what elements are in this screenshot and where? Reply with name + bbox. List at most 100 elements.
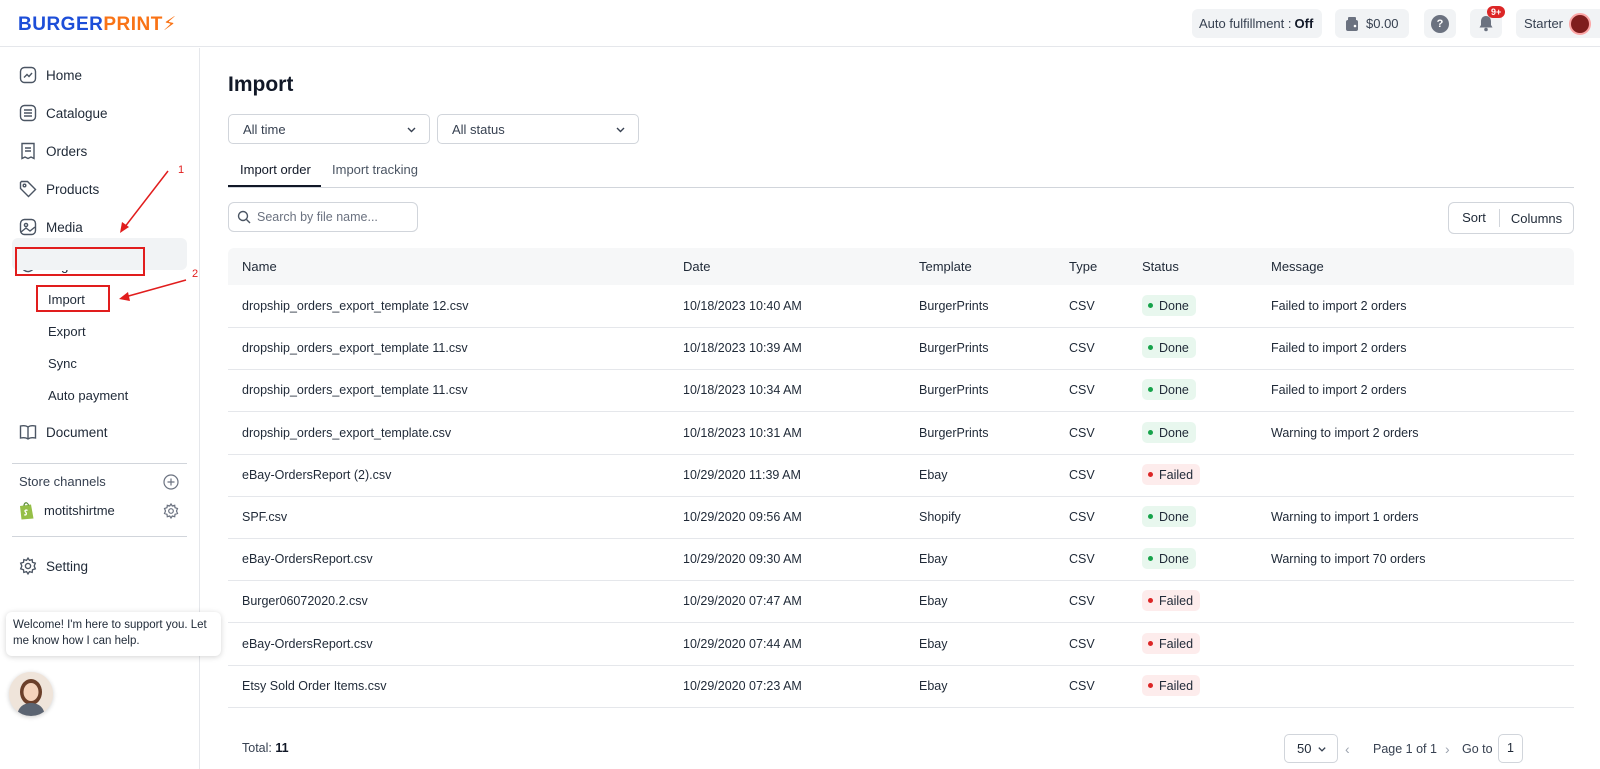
time-filter-value: All time	[243, 121, 286, 137]
image-icon	[18, 218, 37, 237]
status-text: Done	[1159, 298, 1189, 313]
table-row[interactable]: dropship_orders_export_template.csv 10/18…	[228, 412, 1574, 455]
goto-label: Go to	[1462, 742, 1493, 756]
status-dot-icon	[1148, 430, 1153, 435]
sidebar-item-label: Catalogue	[46, 105, 108, 121]
annotation-number-2: 2	[192, 268, 199, 280]
cell-type: CSV	[1069, 426, 1095, 440]
total-value: 11	[275, 741, 289, 755]
cell-date: 10/29/2020 11:39 AM	[683, 468, 801, 482]
cell-date: 10/18/2023 10:39 AM	[683, 341, 802, 355]
cell-message: Warning to import 2 orders	[1271, 426, 1419, 440]
sidebar-item-catalogue[interactable]: Catalogue	[18, 102, 108, 124]
cell-template: Ebay	[919, 637, 948, 651]
status-text: Failed	[1159, 467, 1194, 482]
table-row[interactable]: dropship_orders_export_template 11.csv 10…	[228, 327, 1574, 370]
table-row[interactable]: eBay-OrdersReport.csv 10/29/2020 07:44 AM…	[228, 623, 1574, 666]
cell-name: dropship_orders_export_template.csv	[242, 426, 452, 440]
table-row[interactable]: eBay-OrdersReport (2).csv 10/29/2020 11:3…	[228, 454, 1574, 497]
search-input[interactable]	[257, 210, 407, 224]
next-page-icon[interactable]: ›	[1445, 741, 1450, 757]
tab-import-order[interactable]: Import order	[240, 162, 311, 177]
column-header-template[interactable]: Template	[919, 259, 972, 274]
cell-date: 10/18/2023 10:34 AM	[683, 383, 802, 397]
table-row[interactable]: dropship_orders_export_template 11.csv 10…	[228, 369, 1574, 412]
sidebar-item-products[interactable]: Products	[18, 178, 99, 200]
table-row[interactable]: Burger06072020.2.csv 10/29/2020 07:47 AM E…	[228, 580, 1574, 623]
cell-name: dropship_orders_export_template 11.csv	[242, 383, 468, 397]
cell-name: eBay-OrdersReport (2).csv	[242, 468, 392, 482]
status-filter-select[interactable]: All status	[437, 114, 639, 144]
table-actions: Sort Columns	[1448, 202, 1574, 234]
cell-type: CSV	[1069, 383, 1095, 397]
search-box[interactable]	[228, 202, 418, 232]
sidebar-item-setting[interactable]: Setting	[18, 555, 88, 577]
table-row[interactable]: SPF.csv 10/29/2020 09:56 AM Shopify CSV Warn…	[228, 496, 1574, 539]
time-filter-select[interactable]: All time	[228, 114, 430, 144]
cell-type: CSV	[1069, 468, 1095, 482]
cell-type: CSV	[1069, 299, 1095, 313]
status-badge: Failed	[1142, 464, 1201, 485]
prev-page-icon[interactable]: ‹	[1345, 741, 1350, 757]
status-text: Failed	[1159, 593, 1194, 608]
gear-icon	[18, 557, 37, 576]
sidebar-item-orders[interactable]: Orders	[18, 140, 87, 162]
sidebar-item-document[interactable]: Document	[18, 421, 108, 443]
sidebar-item-label: Products	[46, 181, 100, 197]
chevron-down-icon	[1318, 746, 1327, 752]
status-badge: Done	[1142, 337, 1196, 358]
tag-icon	[18, 180, 37, 199]
sidebar-sub-item-sync[interactable]: Sync	[48, 356, 77, 371]
sort-button[interactable]: Sort	[1449, 209, 1500, 227]
table-row[interactable]: eBay-OrdersReport.csv 10/29/2020 09:30 AM…	[228, 538, 1574, 581]
notifications-badge: 9+	[1487, 6, 1506, 18]
cell-type: CSV	[1069, 552, 1095, 566]
cell-message: Warning to import 1 orders	[1271, 510, 1419, 524]
status-text: Done	[1159, 551, 1189, 566]
sidebar-sub-item-auto-payment[interactable]: Auto payment	[48, 388, 128, 403]
cell-message: Failed to import 2 orders	[1271, 341, 1407, 355]
sidebar-item-label: Orders	[46, 143, 88, 159]
table-row[interactable]: Etsy Sold Order Items.csv 10/29/2020 07:2…	[228, 665, 1574, 708]
top-bar: BURGERPRINT⚡ Auto fulfillment : Off $0.00…	[0, 0, 1600, 47]
columns-button[interactable]: Columns	[1500, 211, 1573, 226]
column-header-type[interactable]: Type	[1069, 259, 1097, 274]
bolt-icon: ⚡	[162, 14, 177, 35]
tabs-divider	[228, 187, 1574, 188]
store-settings-gear-icon[interactable]	[163, 503, 179, 519]
sidebar-item-media[interactable]: Media	[18, 216, 83, 238]
add-store-icon[interactable]	[163, 474, 179, 490]
cell-template: BurgerPrints	[919, 299, 989, 313]
store-channel-name: motitshirtme	[44, 503, 115, 518]
tab-import-tracking[interactable]: Import tracking	[332, 162, 418, 177]
cell-name: Burger06072020.2.csv	[242, 594, 368, 608]
chat-assistant-avatar[interactable]	[9, 672, 53, 716]
sidebar-item-home[interactable]: Home	[18, 64, 82, 86]
column-header-date[interactable]: Date	[683, 259, 710, 274]
logo-part2: PRINT	[103, 14, 163, 35]
column-header-status[interactable]: Status	[1142, 259, 1179, 274]
store-channel-item[interactable]: motitshirtme	[18, 501, 115, 520]
column-header-message[interactable]: Message	[1271, 259, 1324, 274]
goto-page-input[interactable]: 1	[1498, 734, 1523, 763]
balance-button[interactable]: $0.00	[1335, 9, 1409, 38]
page-size-select[interactable]: 50	[1284, 734, 1338, 763]
status-badge: Failed	[1142, 675, 1201, 696]
cell-message: Failed to import 2 orders	[1271, 299, 1407, 313]
table-row[interactable]: dropship_orders_export_template 12.csv 10…	[228, 285, 1574, 328]
help-button[interactable]: ?	[1424, 9, 1456, 38]
sidebar-sub-item-export[interactable]: Export	[48, 324, 86, 339]
brand-logo[interactable]: BURGERPRINT⚡	[18, 13, 177, 36]
auto-fulfillment-toggle[interactable]: Auto fulfillment : Off	[1192, 9, 1322, 38]
cell-template: Ebay	[919, 594, 948, 608]
chat-welcome-bubble[interactable]: Welcome! I'm here to support you. Let me…	[6, 612, 221, 656]
cell-template: BurgerPrints	[919, 383, 989, 397]
status-text: Done	[1159, 509, 1189, 524]
status-badge: Done	[1142, 295, 1196, 316]
status-dot-icon	[1148, 303, 1153, 308]
column-header-name[interactable]: Name	[242, 259, 277, 274]
catalogue-icon	[18, 104, 37, 123]
table-header: Name Date Template Type Status Message	[228, 248, 1574, 285]
cell-name: eBay-OrdersReport.csv	[242, 637, 373, 651]
user-menu[interactable]: Starter	[1516, 9, 1600, 38]
